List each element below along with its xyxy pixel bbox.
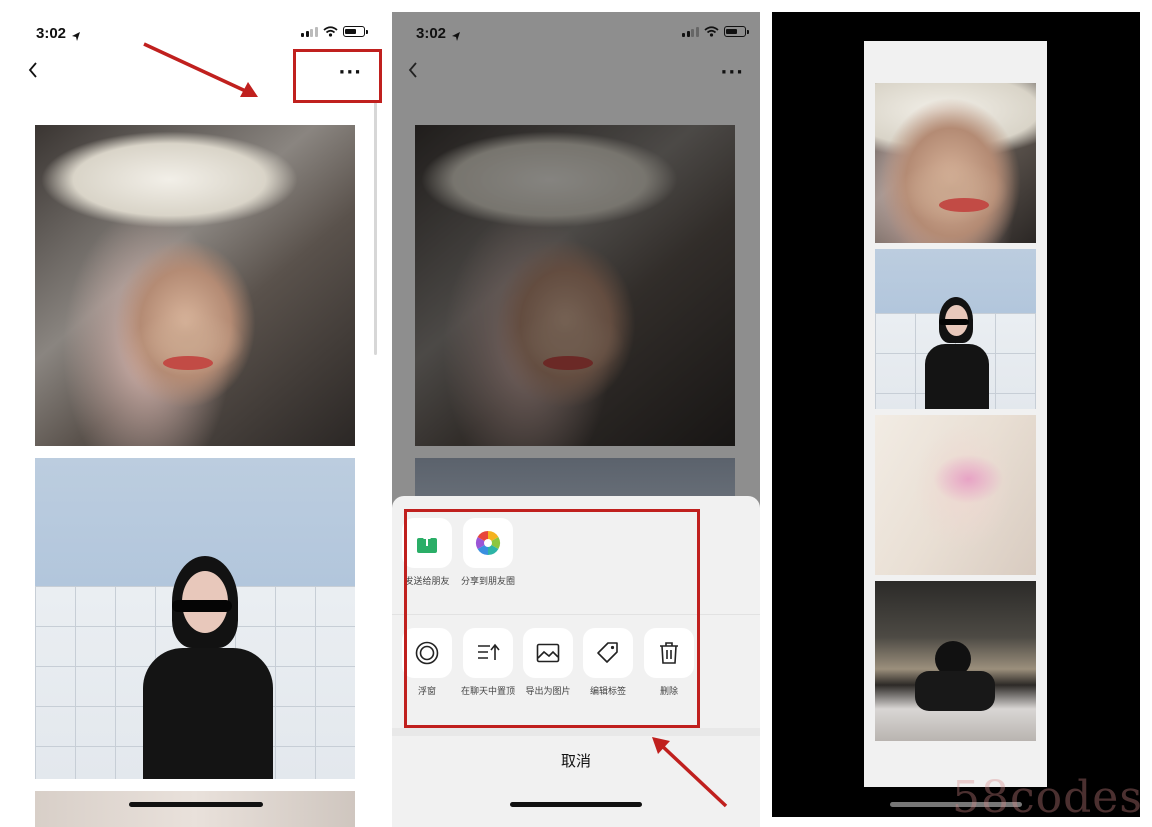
exported-image-panel bbox=[772, 12, 1140, 817]
signal-icon bbox=[301, 26, 318, 37]
share-menu-panel: 3:02 ··· 发送给朋友 分享到朋友圈 浮窗 在聊天中置顶 导出为图片 编辑… bbox=[392, 12, 760, 827]
red-arrow-icon bbox=[652, 737, 728, 808]
strip-photo-room bbox=[875, 581, 1036, 741]
note-photo-portrait[interactable] bbox=[35, 458, 355, 779]
status-time: 3:02 bbox=[416, 25, 447, 42]
screenshot-collage: 3:02 ··· 3:02 ··· 发送给朋友 分享到朋友圈 浮窗 在聊天中置顶… bbox=[0, 0, 1152, 827]
status-icons bbox=[301, 26, 368, 37]
strip-photo-portrait bbox=[875, 249, 1036, 409]
highlight-box-more bbox=[293, 49, 382, 103]
more-options-button[interactable]: ··· bbox=[720, 62, 744, 83]
note-photo-selfie bbox=[415, 125, 735, 446]
signal-icon bbox=[682, 26, 699, 37]
home-indicator bbox=[510, 802, 642, 807]
note-photo-next[interactable] bbox=[35, 791, 355, 827]
highlight-box-share-menu bbox=[404, 509, 700, 728]
battery-icon bbox=[342, 26, 368, 37]
home-indicator bbox=[129, 802, 263, 807]
red-arrow-icon bbox=[143, 42, 258, 97]
site-watermark: 58codes bbox=[952, 772, 1143, 823]
exported-long-image bbox=[864, 41, 1047, 787]
wifi-icon bbox=[703, 26, 719, 37]
status-icons bbox=[682, 26, 749, 37]
strip-photo-blonde bbox=[875, 415, 1036, 575]
note-photo-selfie[interactable] bbox=[35, 125, 355, 446]
wifi-icon bbox=[322, 26, 338, 37]
note-view-panel: 3:02 ··· bbox=[0, 0, 390, 827]
strip-photo-selfie bbox=[875, 83, 1036, 243]
scroll-indicator bbox=[374, 100, 377, 355]
location-arrow-icon bbox=[71, 27, 81, 46]
battery-icon bbox=[723, 26, 749, 37]
back-icon[interactable] bbox=[22, 58, 46, 82]
status-bar: 3:02 bbox=[392, 12, 760, 62]
back-icon[interactable] bbox=[402, 58, 426, 82]
location-arrow-icon bbox=[451, 27, 461, 46]
status-time: 3:02 bbox=[36, 25, 67, 42]
